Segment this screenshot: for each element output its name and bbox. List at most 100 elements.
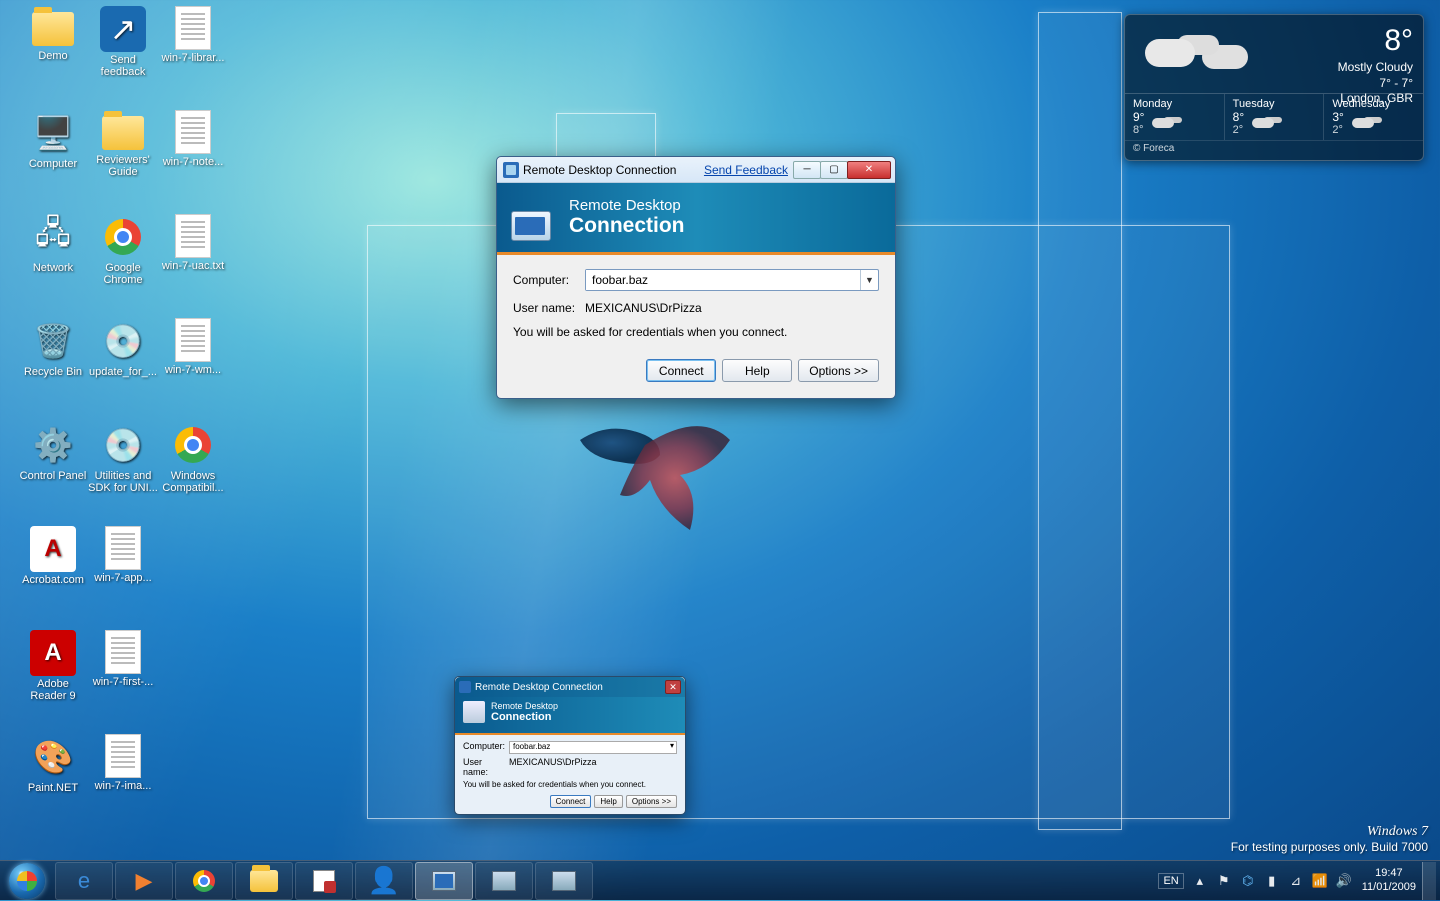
computer-input[interactable]	[586, 270, 860, 290]
tray-wifi-icon[interactable]: 📶	[1312, 873, 1328, 889]
taskbar-clock[interactable]: 19:47 11/01/2009	[1362, 867, 1416, 893]
thumb-banner-l1: Remote Desktop	[491, 701, 558, 711]
recycle-bin-icon: 🗑️	[30, 318, 76, 364]
tray-bluetooth-icon[interactable]: ⌬	[1240, 873, 1256, 889]
desktop-icon-recycle-bin[interactable]: 🗑️Recycle Bin	[18, 318, 88, 378]
icon-label: win-7-app...	[88, 572, 158, 584]
tray-battery-icon[interactable]: ▮	[1264, 873, 1280, 889]
tray-flag-icon[interactable]: ⚑	[1216, 873, 1232, 889]
icon-label: Adobe Reader 9	[18, 678, 88, 702]
banner-line1: Remote Desktop	[569, 197, 685, 214]
desktop-icon-update-for-[interactable]: 💿update_for_...	[88, 318, 158, 378]
chrome-icon	[170, 422, 216, 468]
forecast-monday: Monday9°8°	[1125, 94, 1225, 140]
text-file-icon	[105, 734, 141, 778]
desktop-icon-windows-compatibil-[interactable]: Windows Compatibil...	[158, 422, 228, 494]
forecast-tuesday: Tuesday8°2°	[1225, 94, 1325, 140]
icon-label: win-7-uac.txt	[158, 260, 228, 272]
tray-volume-icon[interactable]: 🔊	[1336, 873, 1352, 889]
desktop-icon-reviewers-guide[interactable]: Reviewers' Guide	[88, 110, 158, 178]
disc-icon: 💿	[100, 422, 146, 468]
weather-gadget[interactable]: 8° Mostly Cloudy 7° - 7° London, GBR Mon…	[1124, 14, 1424, 161]
start-button[interactable]	[0, 861, 54, 901]
start-orb-icon	[9, 863, 45, 899]
desktop-icon-computer[interactable]: 🖥️Computer	[18, 110, 88, 170]
maximize-button[interactable]: ▢	[820, 161, 848, 179]
folder-icon	[102, 116, 144, 150]
desktop-icon-adobe-reader-9[interactable]: AAdobe Reader 9	[18, 630, 88, 702]
thumb-banner-icon	[463, 701, 485, 723]
connect-button[interactable]: Connect	[646, 359, 716, 382]
show-desktop-button[interactable]	[1422, 862, 1436, 900]
weather-temp: 8°	[1295, 21, 1413, 60]
taskbar-msn[interactable]: 👤	[355, 862, 413, 900]
desktop-icon-win-7-uac-txt[interactable]: win-7-uac.txt	[158, 214, 228, 272]
paintnet-icon: 🎨	[30, 734, 76, 780]
tray-up-icon[interactable]: ▴	[1192, 873, 1208, 889]
icon-label: Reviewers' Guide	[88, 154, 158, 178]
minimize-button[interactable]: ─	[793, 161, 821, 179]
acrobat-icon: A	[30, 526, 76, 572]
options-button[interactable]: Options >>	[798, 359, 879, 382]
desktop-icon-demo[interactable]: Demo	[18, 6, 88, 62]
icon-label: Google Chrome	[88, 262, 158, 286]
username-label: User name:	[513, 301, 585, 315]
language-indicator[interactable]: EN	[1158, 873, 1183, 889]
taskbar-wmp[interactable]: ▶	[115, 862, 173, 900]
taskbar-chrome[interactable]	[175, 862, 233, 900]
desktop-icon-utilities-and-sdk-for-uni-[interactable]: 💿Utilities and SDK for UNI...	[88, 422, 158, 494]
desktop-icon-win-7-app-[interactable]: win-7-app...	[88, 526, 158, 584]
taskbar-app1[interactable]	[475, 862, 533, 900]
weather-credit: © Foreca	[1125, 140, 1423, 156]
rdc-title: Remote Desktop Connection	[523, 163, 676, 177]
icon-label: win-7-ima...	[88, 780, 158, 792]
taskbar-rdc[interactable]	[415, 862, 473, 900]
windows-watermark: Windows 7 For testing purposes only. Bui…	[1231, 824, 1428, 854]
forecast-cloud-icon	[1348, 114, 1382, 132]
icon-label: Utilities and SDK for UNI...	[88, 470, 158, 494]
rdc-titlebar[interactable]: Remote Desktop Connection Send Feedback …	[497, 157, 895, 183]
tray-network-icon[interactable]: ⊿	[1288, 873, 1304, 889]
rdc-dialog[interactable]: Remote Desktop Connection Send Feedback …	[496, 156, 896, 399]
desktop-icon-paint-net[interactable]: 🎨 Paint.NET	[18, 734, 88, 794]
icon-label: Network	[18, 262, 88, 274]
desktop-icon-win-7-wm-[interactable]: win-7-wm...	[158, 318, 228, 376]
shortcut-icon: ↗	[100, 6, 146, 52]
desktop-icon-acrobat-com[interactable]: AAcrobat.com	[18, 526, 88, 586]
computer-dropdown-icon[interactable]: ▼	[860, 270, 878, 290]
rdc-title-icon	[503, 162, 519, 178]
taskbar-explorer[interactable]	[235, 862, 293, 900]
desktop-icon-win-7-first-[interactable]: win-7-first-...	[88, 630, 158, 688]
taskbar-app2[interactable]	[535, 862, 593, 900]
taskbar[interactable]: e ▶ 👤 EN ▴ ⚑ ⌬ ▮ ⊿ 📶 🔊 19:47 11/01/2009	[0, 860, 1440, 900]
weather-cloud-icon	[1135, 21, 1295, 87]
text-file-icon	[175, 318, 211, 362]
taskbar-paintnet[interactable]	[295, 862, 353, 900]
icon-label: Send feedback	[88, 54, 158, 78]
icon-label: Paint.NET	[18, 782, 88, 794]
icon-label: Computer	[18, 158, 88, 170]
help-button[interactable]: Help	[722, 359, 792, 382]
desktop-icon-google-chrome[interactable]: Google Chrome	[88, 214, 158, 286]
icon-label: win-7-wm...	[158, 364, 228, 376]
taskbar-preview-thumb[interactable]: Remote Desktop Connection ✕ Remote Deskt…	[454, 676, 686, 815]
desktop-icon-control-panel[interactable]: ⚙️Control Panel	[18, 422, 88, 482]
desktop-icon-win-7-librar-[interactable]: win-7-librar...	[158, 6, 228, 64]
desktop-icon-network[interactable]: 🖧Network	[18, 214, 88, 274]
icon-label: Control Panel	[18, 470, 88, 482]
thumb-close-button[interactable]: ✕	[665, 680, 681, 694]
disc-icon: 💿	[100, 318, 146, 364]
username-value: MEXICANUS\DrPizza	[585, 301, 702, 315]
send-feedback-link[interactable]: Send Feedback	[704, 163, 788, 177]
text-file-icon	[175, 214, 211, 258]
computer-combobox[interactable]: ▼	[585, 269, 879, 291]
desktop-icon-send-feedback[interactable]: ↗Send feedback	[88, 6, 158, 78]
system-tray[interactable]: EN ▴ ⚑ ⌬ ▮ ⊿ 📶 🔊 19:47 11/01/2009	[1158, 861, 1440, 900]
desktop-icon-win-7-note-[interactable]: win-7-note...	[158, 110, 228, 168]
text-file-icon	[175, 6, 211, 50]
taskbar-ie[interactable]: e	[55, 862, 113, 900]
desktop-icon-win-7-ima-[interactable]: win-7-ima...	[88, 734, 158, 792]
weather-range: 7° - 7°	[1295, 76, 1413, 92]
close-button[interactable]: ✕	[847, 161, 891, 179]
icon-label: win-7-librar...	[158, 52, 228, 64]
